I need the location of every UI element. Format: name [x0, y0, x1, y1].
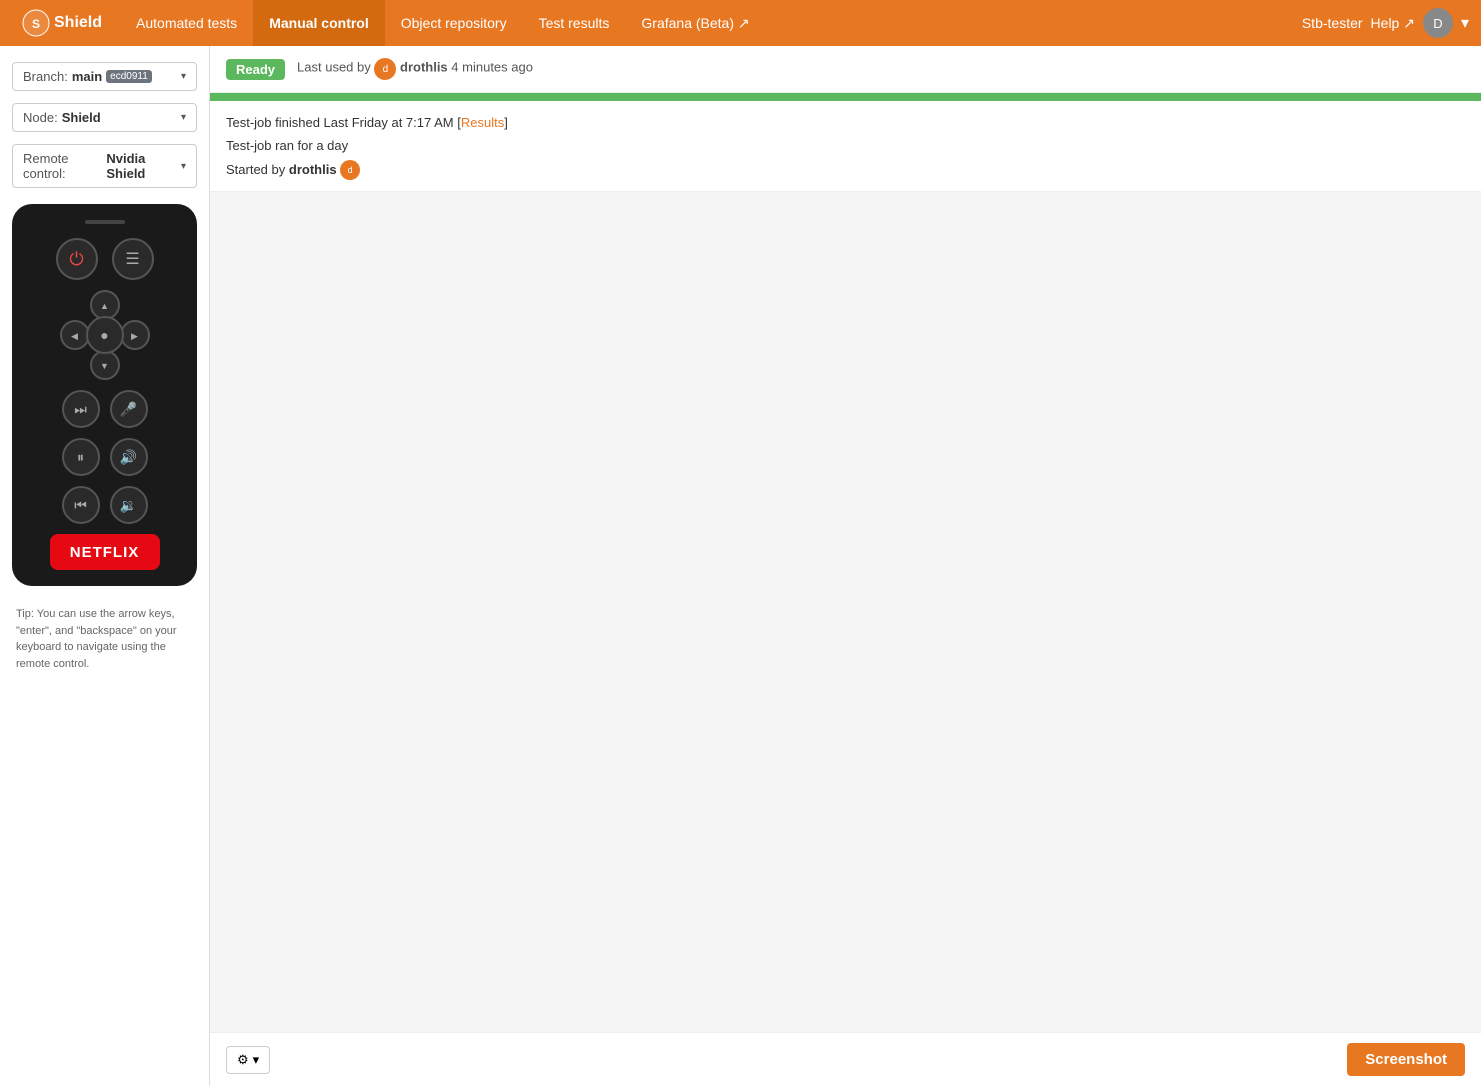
center-icon: ● — [100, 327, 108, 343]
remote-down-button[interactable] — [90, 350, 120, 380]
screenshot-button[interactable]: Screenshot — [1347, 1043, 1465, 1076]
remote-control: ⏻ ● — [12, 204, 197, 586]
remote-media-row-2: ⏸ 🔊 — [62, 438, 148, 476]
branch-chevron: ▾ — [181, 71, 186, 82]
progress-bar — [210, 93, 1481, 101]
remote-pause-button[interactable]: ⏸ — [62, 438, 100, 476]
node-chevron: ▾ — [181, 112, 186, 123]
nav-manual-control[interactable]: Manual control — [253, 0, 385, 46]
bottom-bar: ⚙ ▾ Screenshot — [210, 1032, 1481, 1086]
status-last-used: Last used by d drothlis 4 minutes ago — [297, 58, 533, 80]
test-info: Test-job finished Last Friday at 7:17 AM… — [210, 101, 1481, 192]
remote-mic-button[interactable]: 🎤 — [110, 390, 148, 428]
nav-test-results[interactable]: Test results — [523, 0, 626, 46]
test-started-by-user: drothlis — [289, 162, 337, 177]
status-bar: Ready Last used by d drothlis 4 minutes … — [210, 46, 1481, 93]
status-ready-badge: Ready — [226, 59, 285, 80]
remote-value: Nvidia Shield — [106, 151, 177, 181]
remote-selector[interactable]: Remote control: Nvidia Shield ▾ — [12, 144, 197, 188]
nav-help[interactable]: Help ↗ — [1371, 15, 1415, 32]
remote-rewind-button[interactable]: ⏮ — [62, 486, 100, 524]
branch-value: main — [72, 69, 102, 84]
content-area: Ready Last used by d drothlis 4 minutes … — [210, 46, 1481, 1086]
remote-label: Remote control: — [23, 151, 102, 181]
nav-avatar-chevron[interactable]: ▾ — [1461, 13, 1469, 33]
status-time-ago: 4 minutes ago — [451, 60, 533, 75]
nav-right: Stb-tester Help ↗ D ▾ — [1302, 8, 1469, 38]
status-user-avatar: d — [374, 58, 396, 80]
settings-chevron-icon: ▾ — [253, 1052, 260, 1068]
up-icon — [100, 298, 109, 312]
main-layout: Branch: main ecd0911 ▾ Node: Shield ▾ Re… — [0, 46, 1481, 1086]
test-user-avatar: d — [340, 160, 360, 180]
remote-media-row-1: ⏭ 🎤 — [62, 390, 148, 428]
nav-automated-tests[interactable]: Automated tests — [120, 0, 253, 46]
menu-icon — [125, 249, 139, 269]
left-icon — [71, 328, 78, 342]
right-icon — [131, 328, 138, 342]
netflix-label: NETFLIX — [70, 544, 140, 561]
results-link[interactable]: Results — [461, 115, 504, 130]
remote-vol-up-button[interactable]: 🔊 — [110, 438, 148, 476]
tip-text: Tip: You can use the arrow keys, "enter"… — [12, 598, 197, 680]
remote-top-bar — [85, 220, 125, 224]
test-line-2: Test-job ran for a day — [226, 134, 1465, 157]
sidebar: Branch: main ecd0911 ▾ Node: Shield ▾ Re… — [0, 46, 210, 1086]
status-user-name: drothlis — [400, 60, 448, 75]
remote-select-button[interactable]: ● — [86, 316, 124, 354]
test-line-1-prefix: Test-job finished Last Friday at 7:17 AM — [226, 115, 454, 130]
nav-avatar[interactable]: D — [1423, 8, 1453, 38]
test-line-3-prefix: Started by — [226, 162, 285, 177]
branch-badge: ecd0911 — [106, 70, 152, 83]
remote-power-button[interactable]: ⏻ — [56, 238, 98, 280]
status-last-used-prefix: Last used by — [297, 60, 371, 75]
logo-text: Shield — [54, 14, 102, 32]
pause-icon: ⏸ — [77, 449, 84, 466]
nav-stb-tester[interactable]: Stb-tester — [1302, 15, 1363, 31]
svg-text:S: S — [32, 17, 40, 31]
test-line-3: Started by drothlis d — [226, 158, 1465, 181]
remote-vol-down-button[interactable]: 🔉 — [110, 486, 148, 524]
power-icon: ⏻ — [69, 249, 83, 270]
rewind-icon: ⏮ — [74, 497, 87, 514]
remote-chevron: ▾ — [181, 161, 186, 172]
down-icon — [100, 358, 109, 372]
vol-down-icon: 🔉 — [120, 497, 137, 514]
nav-logo[interactable]: S Shield — [12, 0, 120, 46]
nav-object-repository[interactable]: Object repository — [385, 0, 523, 46]
skip-forward-icon: ⏭ — [74, 401, 87, 418]
node-selector[interactable]: Node: Shield ▾ — [12, 103, 197, 132]
nav-grafana[interactable]: Grafana (Beta) ↗ — [625, 0, 765, 46]
remote-right-button[interactable] — [120, 320, 150, 350]
remote-netflix-button[interactable]: NETFLIX — [50, 534, 160, 570]
branch-label: Branch: — [23, 69, 68, 84]
tv-screen-wrapper: Search Home Discover Apps ⚙ 11:18 Disney… — [210, 192, 1481, 1032]
nav-bar: S Shield Automated tests Manual control … — [0, 0, 1481, 46]
remote-dpad: ● — [60, 290, 150, 380]
node-label: Node: — [23, 110, 58, 125]
mic-icon: 🎤 — [120, 401, 137, 418]
settings-button[interactable]: ⚙ ▾ — [226, 1046, 270, 1074]
branch-selector[interactable]: Branch: main ecd0911 ▾ — [12, 62, 197, 91]
remote-menu-button[interactable] — [112, 238, 154, 280]
test-line-1: Test-job finished Last Friday at 7:17 AM… — [226, 111, 1465, 134]
gear-icon: ⚙ — [237, 1052, 249, 1068]
remote-media-row-3: ⏮ 🔉 — [62, 486, 148, 524]
vol-up-icon: 🔊 — [120, 449, 137, 466]
remote-skip-forward-button[interactable]: ⏭ — [62, 390, 100, 428]
node-value: Shield — [62, 110, 101, 125]
